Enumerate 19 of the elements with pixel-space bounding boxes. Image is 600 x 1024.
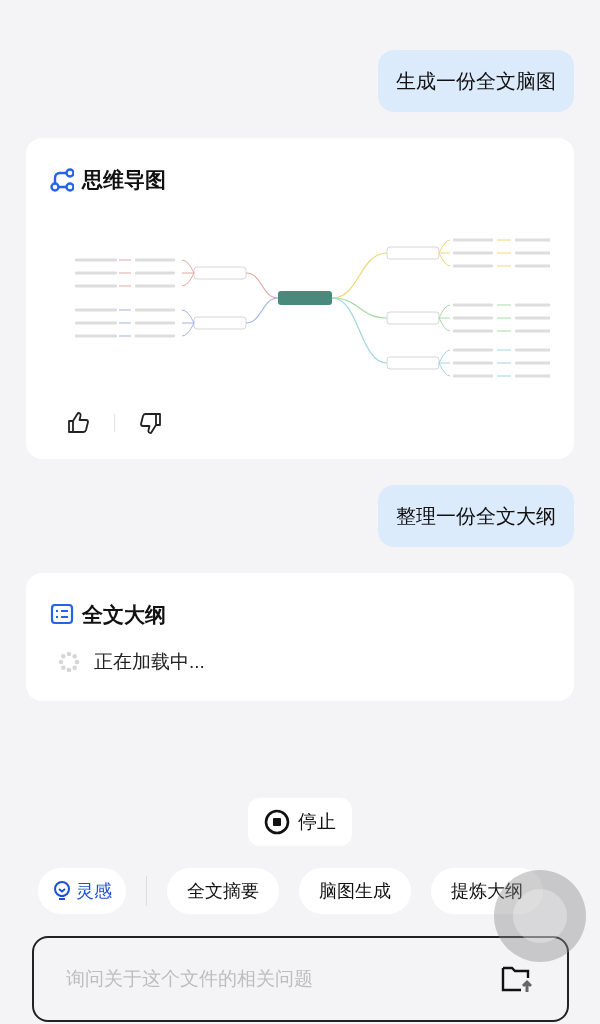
folder-upload-icon[interactable] <box>501 964 535 994</box>
user-message: 整理一份全文大纲 <box>378 484 574 547</box>
card-title: 全文大纲 <box>82 601 166 628</box>
loading-text: 正在加载中... <box>94 650 205 674</box>
mindmap-icon <box>50 167 74 192</box>
input-field[interactable]: 询问关于这个文件的相关问题 <box>66 964 466 994</box>
thumbs-down-icon[interactable] <box>139 410 163 435</box>
thumbs-up-icon[interactable] <box>66 410 90 435</box>
suggestion-chip[interactable]: 灵感 <box>38 868 126 914</box>
suggestion-chip[interactable]: 全文摘要 <box>167 868 279 914</box>
card-title: 思维导图 <box>82 167 166 193</box>
suggestion-chip[interactable]: 脑图生成 <box>299 868 411 914</box>
list-icon <box>50 602 74 627</box>
user-message: 生成一份全文脑图 <box>378 50 574 112</box>
stop-button[interactable]: 停止 <box>248 798 352 846</box>
loading-spinner-icon <box>58 651 80 674</box>
suggestion-chip[interactable]: 提炼大纲 <box>431 868 543 914</box>
lightbulb-icon <box>52 880 72 902</box>
stop-icon <box>264 809 290 835</box>
